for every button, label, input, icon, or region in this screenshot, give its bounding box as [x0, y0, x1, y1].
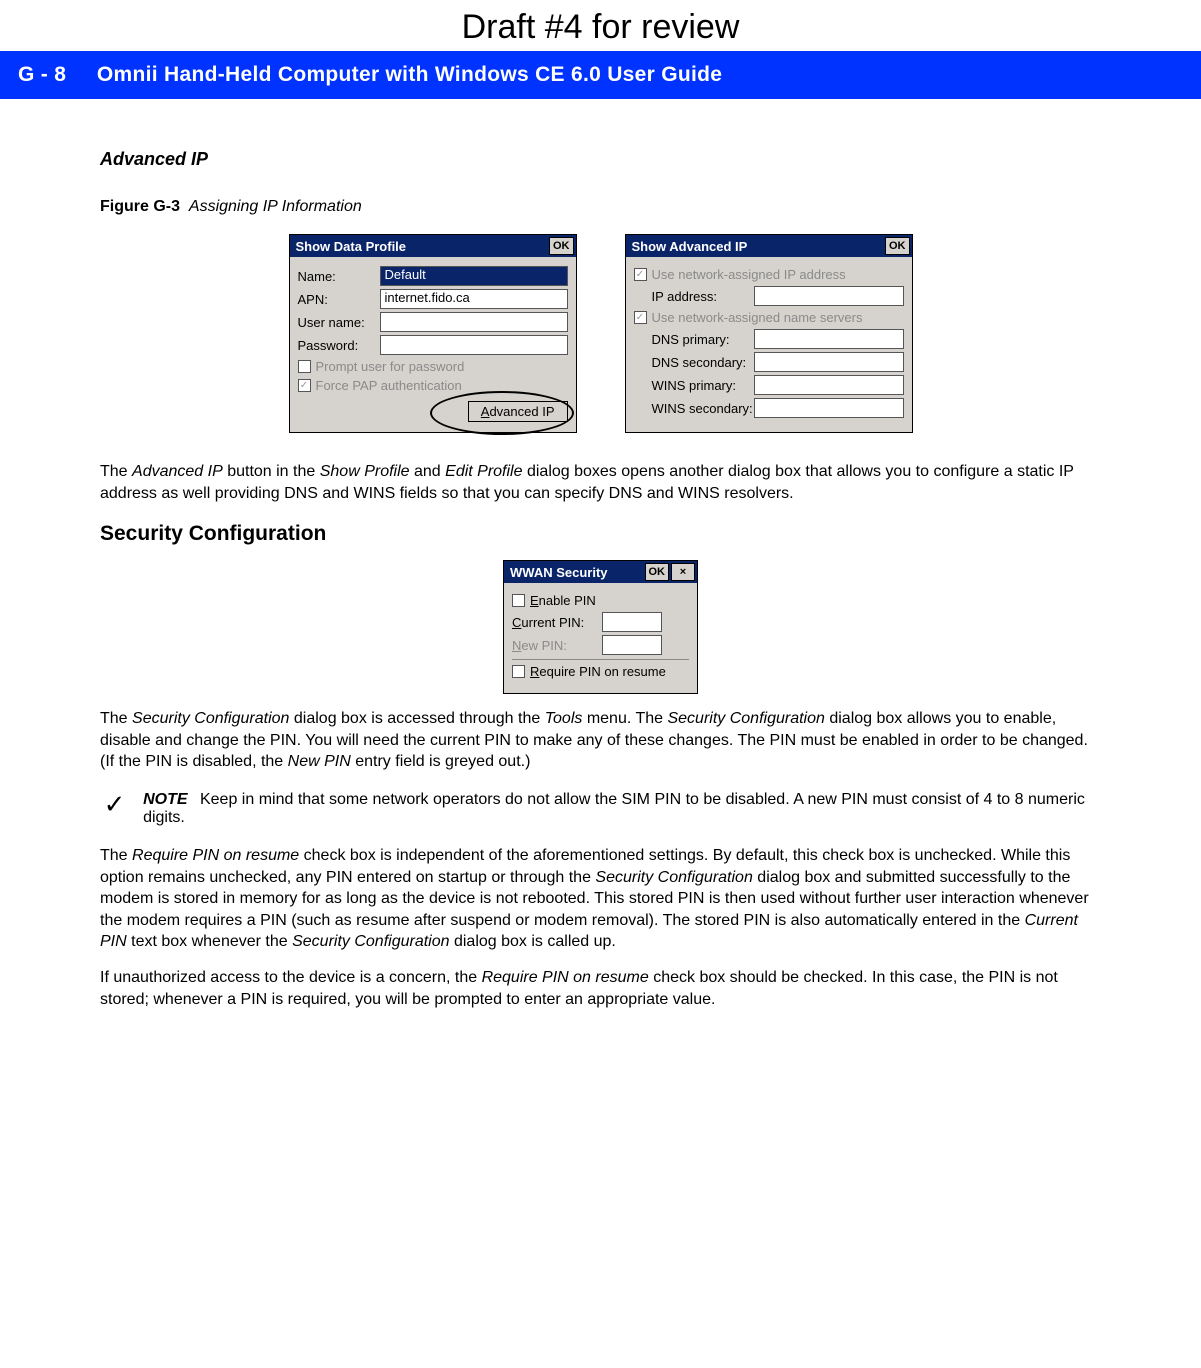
advanced-ip-heading: Advanced IP: [100, 149, 1101, 170]
name-input[interactable]: Default: [380, 266, 568, 286]
dialog3-title: WWAN Security: [510, 565, 608, 580]
require-pin-label: Require PIN on resume: [530, 664, 666, 679]
wins-primary-label: WINS primary:: [634, 378, 754, 393]
name-label: Name:: [298, 269, 380, 284]
require-pin-checkbox[interactable]: [512, 665, 525, 678]
dialog2-title: Show Advanced IP: [632, 239, 748, 254]
force-pap-label: Force PAP authentication: [316, 378, 462, 393]
dialog1-ok-button[interactable]: OK: [549, 237, 574, 255]
enable-pin-checkbox[interactable]: [512, 594, 525, 607]
user-input[interactable]: [380, 312, 568, 332]
dialog2-title-bar: Show Advanced IP OK: [626, 235, 912, 257]
apn-label: APN:: [298, 292, 380, 307]
dns-secondary-label: DNS secondary:: [634, 355, 754, 370]
figure-label: Figure G-3 Assigning IP Information: [100, 198, 1101, 216]
password-input[interactable]: [380, 335, 568, 355]
draft-banner: Draft #4 for review: [0, 0, 1201, 51]
security-paragraph-3: If unauthorized access to the device is …: [100, 967, 1101, 1010]
dns-secondary-input[interactable]: [754, 352, 904, 372]
new-pin-label: New PIN:: [512, 638, 602, 653]
use-ip-label: Use network-assigned IP address: [652, 267, 846, 282]
use-ns-checkbox[interactable]: ✓: [634, 311, 647, 324]
show-advanced-ip-dialog: Show Advanced IP OK ✓ Use network-assign…: [625, 234, 913, 433]
wins-secondary-label: WINS secondary:: [634, 401, 754, 416]
note-block: ✓ NOTE Keep in mind that some network op…: [100, 791, 1101, 827]
checkmark-icon: ✓: [100, 791, 129, 817]
dialog1-title: Show Data Profile: [296, 239, 407, 254]
new-pin-input[interactable]: [602, 635, 662, 655]
current-pin-input[interactable]: [602, 612, 662, 632]
dns-primary-input[interactable]: [754, 329, 904, 349]
dialog2-ok-button[interactable]: OK: [885, 237, 910, 255]
show-data-profile-dialog: Show Data Profile OK Name: Default APN: …: [289, 234, 577, 433]
ip-address-input[interactable]: [754, 286, 904, 306]
note-label: NOTE: [143, 791, 187, 808]
dialog3-close-button[interactable]: ×: [671, 563, 695, 581]
divider: [512, 659, 689, 660]
dialog3-ok-button[interactable]: OK: [645, 563, 670, 581]
security-paragraph-1: The Security Configuration dialog box is…: [100, 708, 1101, 773]
advanced-ip-button[interactable]: Advanced IP: [468, 401, 568, 422]
note-text: Keep in mind that some network operators…: [143, 791, 1085, 826]
prompt-checkbox[interactable]: [298, 360, 311, 373]
figure-number: Figure G-3: [100, 198, 180, 215]
figure-caption: Assigning IP Information: [189, 198, 362, 215]
advanced-ip-paragraph: The Advanced IP button in the Show Profi…: [100, 461, 1101, 504]
guide-title: Omnii Hand-Held Computer with Windows CE…: [97, 63, 722, 86]
dialog1-title-bar: Show Data Profile OK: [290, 235, 576, 257]
page-ref: G - 8: [18, 63, 66, 86]
wwan-security-dialog: WWAN Security OK × Enable PIN Current PI…: [503, 560, 698, 694]
prompt-label: Prompt user for password: [316, 359, 465, 374]
force-pap-checkbox[interactable]: ✓: [298, 379, 311, 392]
use-ns-label: Use network-assigned name servers: [652, 310, 863, 325]
enable-pin-label: Enable PIN: [530, 593, 596, 608]
page-header: G - 8 Omnii Hand-Held Computer with Wind…: [0, 51, 1201, 99]
dns-primary-label: DNS primary:: [634, 332, 754, 347]
current-pin-label: Current PIN:: [512, 615, 602, 630]
ip-address-label: IP address:: [634, 289, 754, 304]
apn-input[interactable]: internet.fido.ca: [380, 289, 568, 309]
wins-secondary-input[interactable]: [754, 398, 904, 418]
user-label: User name:: [298, 315, 380, 330]
security-paragraph-2: The Require PIN on resume check box is i…: [100, 845, 1101, 953]
password-label: Password:: [298, 338, 380, 353]
use-ip-checkbox[interactable]: ✓: [634, 268, 647, 281]
dialog3-title-bar: WWAN Security OK ×: [504, 561, 697, 583]
wins-primary-input[interactable]: [754, 375, 904, 395]
security-configuration-heading: Security Configuration: [100, 522, 1101, 546]
